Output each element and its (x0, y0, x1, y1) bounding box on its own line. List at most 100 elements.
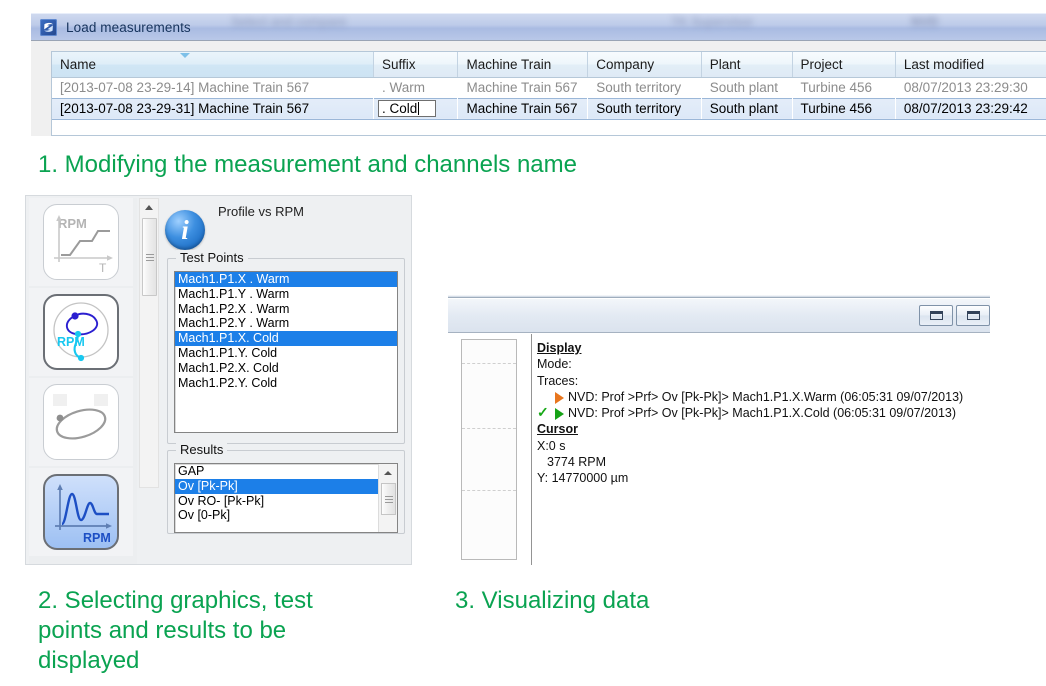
cell-plant: South plant (701, 77, 793, 98)
visualization-canvas[interactable]: Display Mode: Traces: ✓ NVD: Prof >Prf> … (438, 334, 990, 565)
column-header-machine-train[interactable]: Machine Train (457, 52, 589, 78)
panel-divider (531, 334, 532, 565)
cell-company: South territory (587, 77, 702, 98)
cell-name: [2013-07-08 23-29-14] Machine Train 567 (52, 77, 374, 98)
graphics-cell-orbit-rpm[interactable]: RPM (29, 288, 133, 376)
list-item[interactable]: Ov [Pk-Pk] (175, 478, 397, 494)
graphics-scrollbar[interactable] (139, 198, 159, 488)
results-group: Results GAP Ov [Pk-Pk] Ov RO- [Pk-Pk] Ov… (167, 442, 405, 534)
window-title: Load measurements (66, 19, 191, 35)
column-header-suffix[interactable]: Suffix (373, 52, 459, 78)
cursor-x-value: X:0 s (537, 438, 566, 453)
rpm-vs-time-icon[interactable]: RPM T (43, 204, 119, 280)
list-item[interactable]: Mach1.P1.X. Cold (175, 331, 397, 346)
cursor-rpm-value: 3774 RPM (547, 455, 607, 470)
list-item[interactable]: GAP (175, 464, 397, 479)
list-item[interactable]: Mach1.P2.X. Cold (175, 361, 397, 376)
window-titlebar[interactable]: Select and compare TK Supervisor NVD Loa… (31, 13, 1046, 40)
list-item[interactable]: Mach1.P2.Y. Cold (175, 376, 397, 391)
suffix-edit-value: . Cold (381, 101, 418, 116)
column-header-name-label: Name (60, 56, 97, 72)
list-item[interactable]: Ov [0-Pk] (175, 508, 397, 523)
sort-ascending-icon (180, 53, 190, 58)
cursor-heading: Cursor (537, 422, 578, 437)
column-header-name[interactable]: Name (52, 52, 374, 78)
table-row[interactable]: [2013-07-08 23-29-14] Machine Train 567 … (52, 77, 1046, 98)
list-item[interactable]: Mach1.P1.Y . Warm (175, 287, 397, 302)
maximize-window-button[interactable] (956, 305, 990, 326)
test-points-legend: Test Points (176, 250, 248, 265)
results-legend: Results (176, 442, 228, 457)
list-item[interactable]: Mach1.P2.X . Warm (175, 302, 397, 317)
trace-row[interactable]: ✓ NVD: Prof >Prf> Ov [Pk-Pk]> Mach1.P1.X… (537, 405, 988, 421)
list-item[interactable]: Mach1.P1.X . Warm (175, 272, 397, 287)
restore-icon (929, 311, 943, 320)
restore-window-button[interactable] (919, 305, 953, 326)
info-icon (165, 210, 205, 250)
cell-last-modified: 08/07/2013 23:29:42 (895, 97, 1046, 120)
orbit-rpm-icon[interactable]: RPM (43, 294, 119, 370)
cell-name: [2013-07-08 23-29-31] Machine Train 567 (52, 97, 374, 120)
scrollbar-thumb[interactable] (381, 483, 396, 515)
visualization-toolbar[interactable] (448, 299, 990, 333)
traces-label: Traces: (537, 373, 579, 388)
column-header-plant[interactable]: Plant (701, 52, 793, 78)
cell-machine-train: Machine Train 567 (457, 97, 588, 120)
display-heading: Display (537, 341, 582, 355)
scrollbar-thumb[interactable] (142, 218, 157, 296)
cell-project: Turbine 456 (792, 77, 896, 98)
mode-label: Mode: (537, 357, 572, 372)
graphics-cell-rpm-vs-time[interactable]: RPM T (29, 198, 133, 286)
visualization-window[interactable]: Display Mode: Traces: ✓ NVD: Prof >Prf> … (438, 295, 990, 565)
graphics-cell-orbit[interactable] (29, 378, 133, 466)
column-header-project[interactable]: Project (792, 52, 896, 78)
results-scrollbar[interactable] (378, 464, 397, 532)
suffix-edit-input[interactable]: . Cold (377, 100, 436, 117)
background-ghost-window-1: Select and compare (231, 14, 347, 29)
measurements-grid-container[interactable]: Name Suffix Machine Train Company Plant … (51, 51, 1046, 136)
list-item[interactable]: Mach1.P1.Y. Cold (175, 346, 397, 361)
svg-text:RPM: RPM (83, 531, 111, 545)
window-body: Name Suffix Machine Train Company Plant … (31, 40, 1046, 136)
info-header: Profile vs RPM (165, 200, 407, 252)
cell-suffix[interactable]: . Warm (373, 77, 458, 98)
maximize-icon (966, 311, 980, 320)
cursor-y-value: Y: 14770000 µm (537, 471, 629, 486)
svg-text:RPM: RPM (58, 216, 87, 231)
graphics-type-column[interactable]: RPM T RPM RPM (29, 198, 137, 564)
trace-row[interactable]: ✓ NVD: Prof >Prf> Ov [Pk-Pk]> Mach1.P1.X… (537, 389, 988, 405)
caption-step-2: 2. Selecting graphics, test points and r… (38, 587, 313, 674)
display-info-panel: Display Mode: Traces: ✓ NVD: Prof >Prf> … (537, 340, 988, 487)
text-caret (418, 102, 420, 115)
test-points-listbox[interactable]: Mach1.P1.X . Warm Mach1.P1.Y . Warm Mach… (174, 271, 398, 433)
load-measurements-window[interactable]: Select and compare TK Supervisor NVD Loa… (31, 13, 1046, 136)
plot-area[interactable] (461, 339, 517, 560)
graphics-type-label: Profile vs RPM (218, 204, 304, 219)
column-header-last-modified[interactable]: Last modified (895, 52, 1046, 78)
graphics-cell-profile-vs-rpm[interactable]: RPM (29, 468, 133, 556)
trace-label: NVD: Prof >Prf> Ov [Pk-Pk]> Mach1.P1.X.C… (568, 406, 957, 421)
trace-marker-icon (555, 408, 564, 421)
trace-marker-icon (555, 391, 564, 404)
orbit-icon[interactable] (43, 384, 119, 460)
window-top-edge (448, 295, 990, 298)
scroll-up-arrow-icon[interactable] (140, 199, 158, 216)
background-ghost-window-3: NVD (911, 14, 939, 29)
trace-checkbox-unchecked-icon[interactable]: ✓ (537, 389, 551, 404)
window-controls[interactable] (916, 305, 990, 326)
cell-last-modified: 08/07/2013 23:29:30 (895, 77, 1046, 98)
cell-machine-train: Machine Train 567 (457, 77, 588, 98)
column-header-company[interactable]: Company (587, 52, 702, 78)
table-row[interactable]: [2013-07-08 23-29-31] Machine Train 567 … (52, 97, 1046, 120)
trace-checkbox-checked-icon[interactable]: ✓ (537, 405, 551, 420)
list-item[interactable]: Ov RO- [Pk-Pk] (175, 494, 397, 509)
scroll-up-arrow-icon[interactable] (379, 465, 397, 481)
app-icon (40, 18, 57, 36)
caption-step-3: 3. Visualizing data (455, 587, 650, 614)
list-item[interactable]: Mach1.P2.Y . Warm (175, 316, 397, 331)
cell-suffix-editing[interactable]: . Cold (373, 97, 458, 120)
caption-step-1: 1. Modifying the measurement and channel… (38, 151, 577, 178)
results-listbox[interactable]: GAP Ov [Pk-Pk] Ov RO- [Pk-Pk] Ov [0-Pk] (174, 463, 398, 533)
graphics-selection-panel[interactable]: RPM T RPM RPM i Profile vs RPM Test Poin… (25, 195, 412, 565)
profile-vs-rpm-icon[interactable]: RPM (43, 474, 119, 550)
